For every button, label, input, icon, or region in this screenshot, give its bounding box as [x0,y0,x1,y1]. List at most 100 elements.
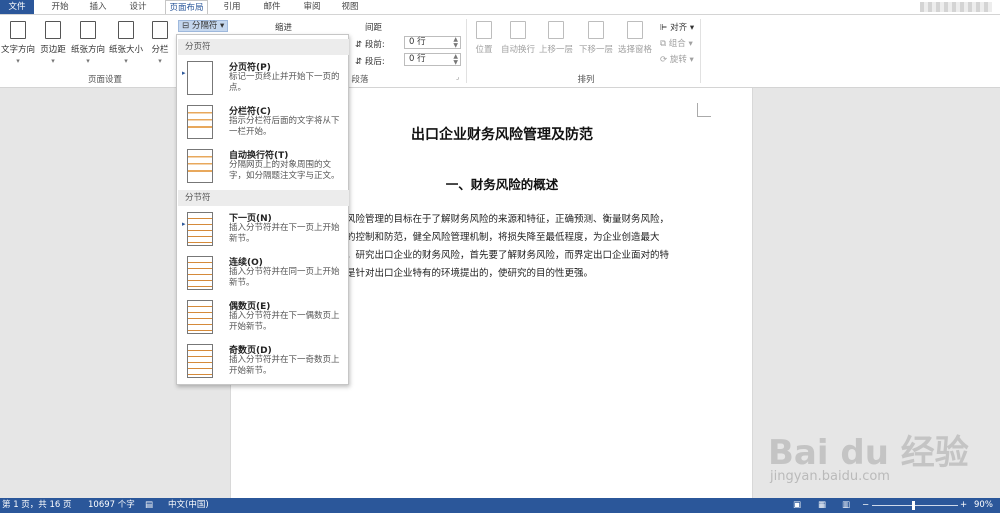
menu-item-description: 插入分节符并在下一偶数页上开始新节。 [229,311,340,332]
menu-item-text-wrapping-break[interactable]: 自动换行符(T) 分隔网页上的对象周围的文字，如分隔题注文字与正文。 [178,145,349,189]
tab-design[interactable]: 设计 [120,0,156,14]
tab-insert[interactable]: 插入 [80,0,116,14]
zoom-slider[interactable] [872,505,958,506]
margins-button[interactable]: 页边距 ▾ [38,21,68,65]
selection-pane-button[interactable]: 选择窗格 [617,21,653,55]
text-direction-button[interactable]: 文字方向 ▾ [0,21,36,65]
baidu-jingyan-watermark: Bai du 经验 jingyan.baidu.com [758,425,998,495]
size-button[interactable]: 纸张大小 ▾ [108,21,144,65]
chevron-down-icon: ▾ [689,55,694,65]
align-label: 对齐 [670,23,688,33]
tab-file[interactable]: 文件 [0,0,34,14]
send-backward-icon [588,21,604,39]
send-backward-label: 下移一层 [578,45,613,55]
tab-mailings[interactable]: 邮件 [254,0,290,14]
proofing-icon[interactable]: ▤ [145,498,153,513]
continuous-break-icon [187,256,213,290]
ribbon-tab-bar: 文件 开始 插入 设计 页面布局 引用 邮件 审阅 视图 [0,0,1000,15]
menu-item-even-page[interactable]: 偶数页(E) 插入分节符并在下一偶数页上开始新节。 [178,296,349,340]
orientation-label: 纸张方向 [70,45,105,55]
breaks-icon: ⊟ [182,21,190,31]
menu-item-next-page[interactable]: ▸ 下一页(N) 插入分节符并在下一页上开始新节。 [178,208,349,252]
columns-button[interactable]: 分栏 ▾ [148,21,172,65]
selection-pane-label: 选择窗格 [617,45,652,55]
group-label: 组合 [668,39,686,49]
spinner-icon[interactable]: ▲ ▼ [453,54,458,66]
chevron-down-icon: ▾ [689,23,695,33]
margins-label: 页边距 [40,45,66,55]
orientation-icon [80,21,96,39]
menu-item-description: 指示分栏符后面的文字将从下一栏开始。 [229,116,340,137]
position-icon [476,21,492,39]
send-backward-button[interactable]: 下移一层 [578,21,614,55]
page-setup-group-label: 页面设置 [87,75,122,85]
columns-icon [152,21,168,39]
menu-item-description: 标记一页终止并开始下一页的点。 [229,72,340,93]
paragraph-launcher-icon[interactable]: ⌟ [456,73,459,81]
text-wrapping-break-icon [187,149,213,183]
language-status[interactable]: 中文(中国) [168,498,209,513]
rotate-button[interactable]: ⟳ 旋转 ▾ [660,53,694,65]
tab-page-layout[interactable]: 页面布局 [165,0,208,15]
spacing-after-input[interactable]: 0 行 ▲ ▼ [404,53,461,66]
read-mode-icon[interactable]: ▣ [793,498,801,513]
zoom-level[interactable]: 90% [974,498,993,513]
breaks-dropdown-menu: 分页符 ▸ 分页符(P) 标记一页终止并开始下一页的点。 分栏符(C) 指示分栏… [176,34,349,385]
next-page-break-icon [187,212,213,246]
spacing-after-value: 0 行 [409,54,426,64]
odd-page-break-icon [187,344,213,378]
status-bar: 第 1 页，共 16 页 10697 个字 ▤ 中文(中国) ▣ ▦ ▥ − +… [0,498,1000,513]
menu-item-odd-page[interactable]: 奇数页(D) 插入分节符并在下一奇数页上开始新节。 [178,340,349,384]
page-corner-mark [697,103,711,117]
tab-home[interactable]: 开始 [42,0,78,14]
column-break-icon [187,105,213,139]
menu-item-column-break[interactable]: 分栏符(C) 指示分栏符后面的文字将从下一栏开始。 [178,101,349,145]
web-layout-icon[interactable]: ▥ [842,498,850,513]
body-text-line[interactable]: 。研究出口企业的财务风险，首先要了解财务风险，而界定出口企业面对的特 [346,247,669,261]
spacing-before-input[interactable]: 0 行 ▲ ▼ [404,36,461,49]
align-button[interactable]: ⊫ 对齐 ▾ [660,21,694,33]
menu-item-page-break[interactable]: ▸ 分页符(P) 标记一页终止并开始下一页的点。 [178,57,349,101]
spinner-icon[interactable]: ▲ ▼ [453,37,458,49]
rotate-icon: ⟳ [660,55,668,65]
text-direction-label: 文字方向 [0,45,35,55]
columns-label: 分栏 [151,45,169,55]
tab-references[interactable]: 引用 [214,0,250,14]
position-button[interactable]: 位置 [472,21,496,55]
page-break-icon [187,61,213,95]
group-button[interactable]: ⧉ 组合 ▾ [660,37,693,49]
after-label: ⇵ 段后: [355,55,385,67]
breaks-button[interactable]: ⊟ 分隔符 ▾ [178,20,229,32]
wrap-text-icon [510,21,526,39]
menu-item-continuous[interactable]: 连续(O) 插入分节符并在同一页上开始新节。 [178,252,349,296]
tab-view[interactable]: 视图 [332,0,368,14]
menu-item-description: 分隔网页上的对象周围的文字，如分隔题注文字与正文。 [229,160,340,181]
bring-forward-button[interactable]: 上移一层 [538,21,574,55]
orientation-button[interactable]: 纸张方向 ▾ [70,21,106,65]
size-label: 纸张大小 [108,45,143,55]
account-area[interactable] [920,2,992,12]
word-count-status[interactable]: 10697 个字 [88,498,135,513]
body-text-line[interactable]: 的控制和防范，健全风险管理机制，将损失降至最低程度，为企业创造最大 [346,229,660,243]
group-separator [466,19,467,83]
group-separator [700,19,701,83]
zoom-out-button[interactable]: − [862,498,869,513]
section-breaks-section-header: 分节符 [178,190,349,206]
zoom-in-button[interactable]: + [960,498,967,513]
tab-review[interactable]: 审阅 [294,0,330,14]
zoom-slider-thumb[interactable] [912,501,915,510]
pointer-icon: ▸ [182,69,186,77]
wrap-text-button[interactable]: 自动换行 [500,21,536,55]
chevron-down-icon: ▾ [688,39,693,49]
body-text-line[interactable]: 风险管理的目标在于了解财务风险的来源和特征，正确预测、衡量财务风险， [346,211,669,225]
document-title[interactable]: 出口企业财务风险管理及防范 [300,124,704,144]
print-layout-icon[interactable]: ▦ [818,498,826,513]
document-heading[interactable]: 一、财务风险的概述 [300,174,704,193]
after-label-text: 段后: [364,57,385,67]
page-count-status[interactable]: 第 1 页，共 16 页 [2,498,72,513]
position-label: 位置 [475,45,493,55]
even-page-break-icon [187,300,213,334]
text-direction-icon [10,21,26,39]
spacing-before-icon: ⇵ [355,40,363,50]
body-text-line[interactable]: 是针对出口企业特有的环境提出的，使研究的目的性更强。 [346,265,593,279]
